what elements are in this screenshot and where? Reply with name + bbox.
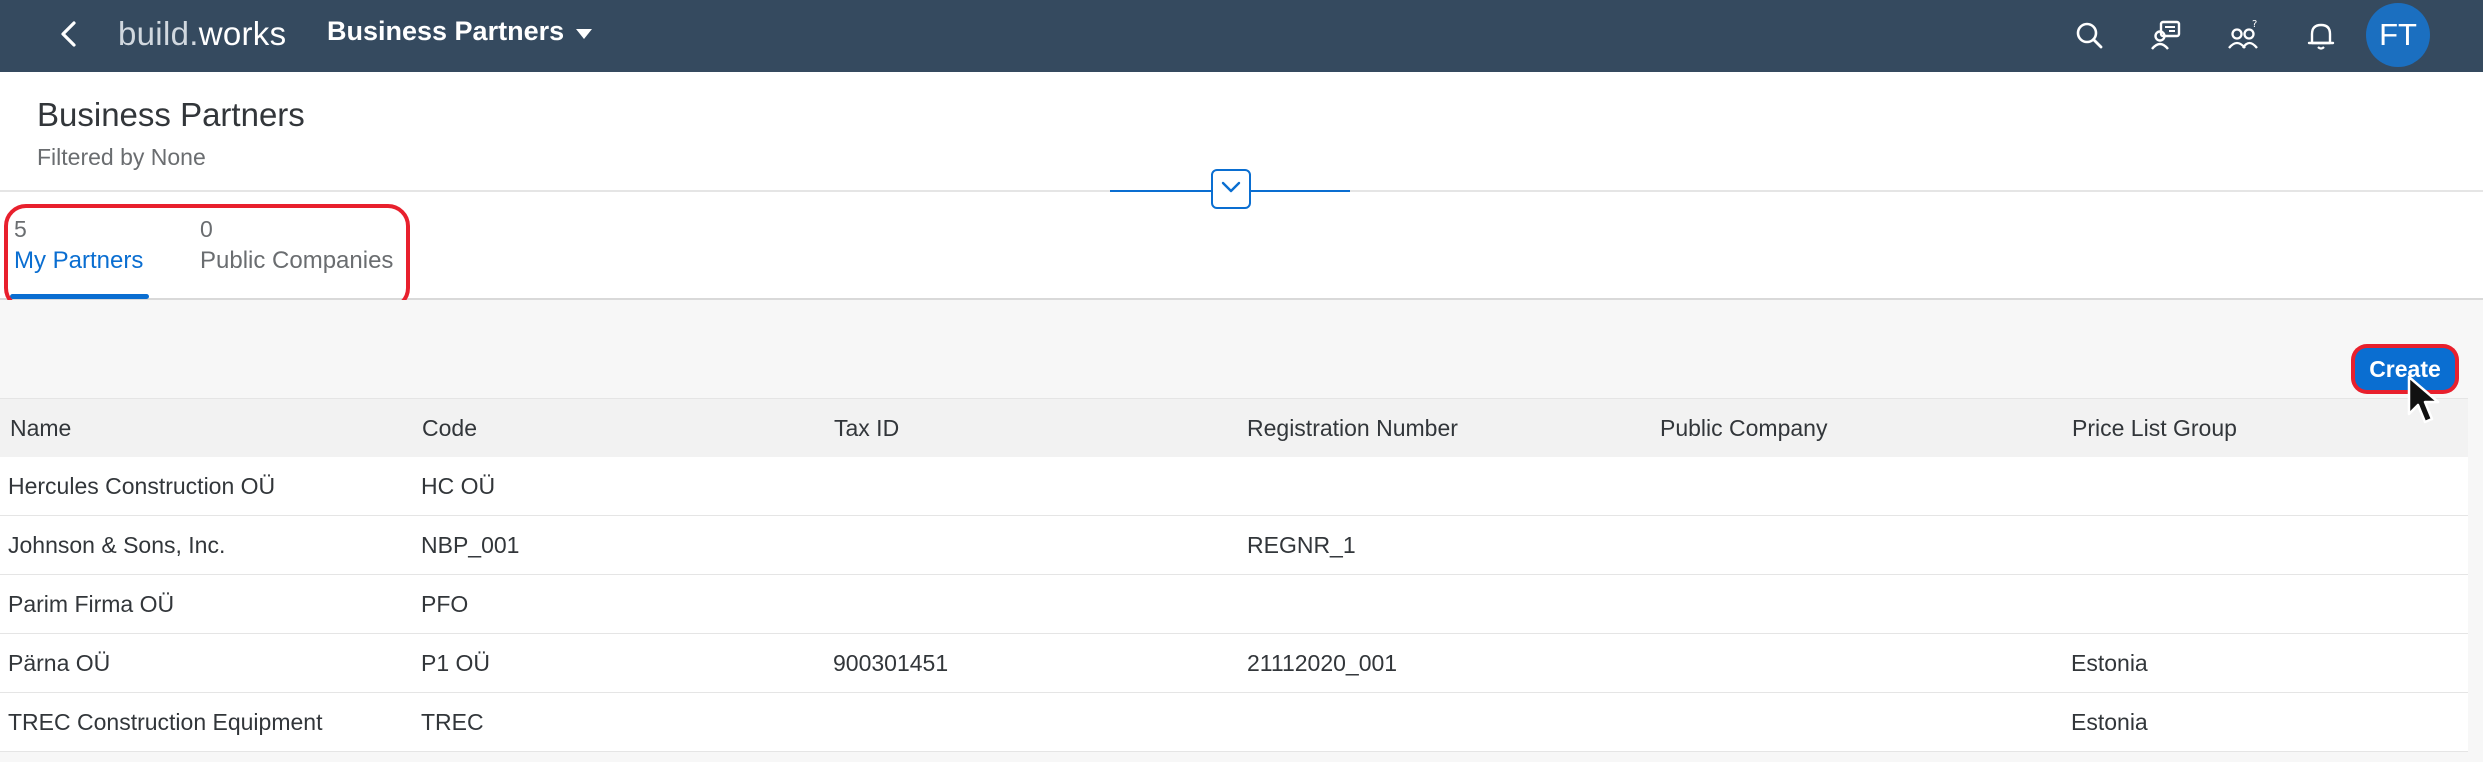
table-row[interactable]: Parim Firma OÜ PFO (0, 575, 2468, 634)
column-header-public-company[interactable]: Public Company (1660, 415, 1827, 442)
search-icon[interactable] (2070, 16, 2110, 56)
logo-prefix: build. (118, 15, 199, 52)
chevron-down-icon (1219, 179, 1243, 200)
cell-price-list-group: Estonia (2071, 709, 2148, 735)
cell-code: NBP_001 (421, 532, 520, 558)
table-header: Name Code Tax ID Registration Number Pub… (0, 398, 2468, 458)
column-header-tax-id[interactable]: Tax ID (834, 415, 899, 442)
tabs-highlight-annotation (4, 204, 410, 310)
table-row[interactable]: Johnson & Sons, Inc. NBP_001 REGNR_1 (0, 516, 2468, 575)
people-help-icon[interactable]: ? (2224, 16, 2264, 56)
cell-name: TREC Construction Equipment (8, 709, 323, 735)
filter-summary: Filtered by None (37, 144, 206, 170)
cell-name: Hercules Construction OÜ (8, 473, 276, 499)
table-row[interactable]: Hercules Construction OÜ HC OÜ (0, 457, 2468, 516)
column-header-registration-number[interactable]: Registration Number (1247, 415, 1458, 442)
caret-down-icon[interactable] (575, 27, 593, 41)
cell-code: TREC (421, 709, 484, 735)
table-row[interactable]: Pärna OÜ P1 OÜ 900301451 21112020_001 Es… (0, 634, 2468, 693)
column-header-name[interactable]: Name (10, 415, 71, 442)
collapse-header-button[interactable] (1211, 169, 1251, 209)
back-icon[interactable] (50, 14, 90, 54)
table-row[interactable]: TREC Construction Equipment TREC Estonia (0, 693, 2468, 752)
bell-icon[interactable] (2301, 16, 2341, 56)
page-title: Business Partners (37, 96, 305, 133)
app-title-menu[interactable]: Business Partners (327, 16, 564, 47)
cell-registration-number: REGNR_1 (1247, 532, 1356, 558)
user-avatar[interactable]: FT (2366, 3, 2430, 67)
cell-name: Johnson & Sons, Inc. (8, 532, 226, 558)
cell-price-list-group: Estonia (2071, 650, 2148, 676)
column-header-code[interactable]: Code (422, 415, 477, 442)
column-header-price-list-group[interactable]: Price List Group (2072, 415, 2237, 442)
cell-code: HC OÜ (421, 473, 496, 499)
cell-name: Parim Firma OÜ (8, 591, 175, 617)
cell-name: Pärna OÜ (8, 650, 111, 676)
cell-registration-number: 21112020_001 (1247, 650, 1398, 676)
svg-text:?: ? (2252, 19, 2257, 30)
cell-code: PFO (421, 591, 469, 617)
product-switch-icon[interactable] (2147, 16, 2187, 56)
mouse-pointer-icon (2405, 374, 2453, 430)
cell-tax-id: 900301451 (833, 650, 949, 676)
shell-bar: build.works Business Partners ? FT (0, 0, 2483, 72)
cell-code: P1 OÜ (421, 650, 491, 676)
logo-suffix: works (198, 15, 287, 52)
app-logo[interactable]: build.works (118, 15, 286, 53)
